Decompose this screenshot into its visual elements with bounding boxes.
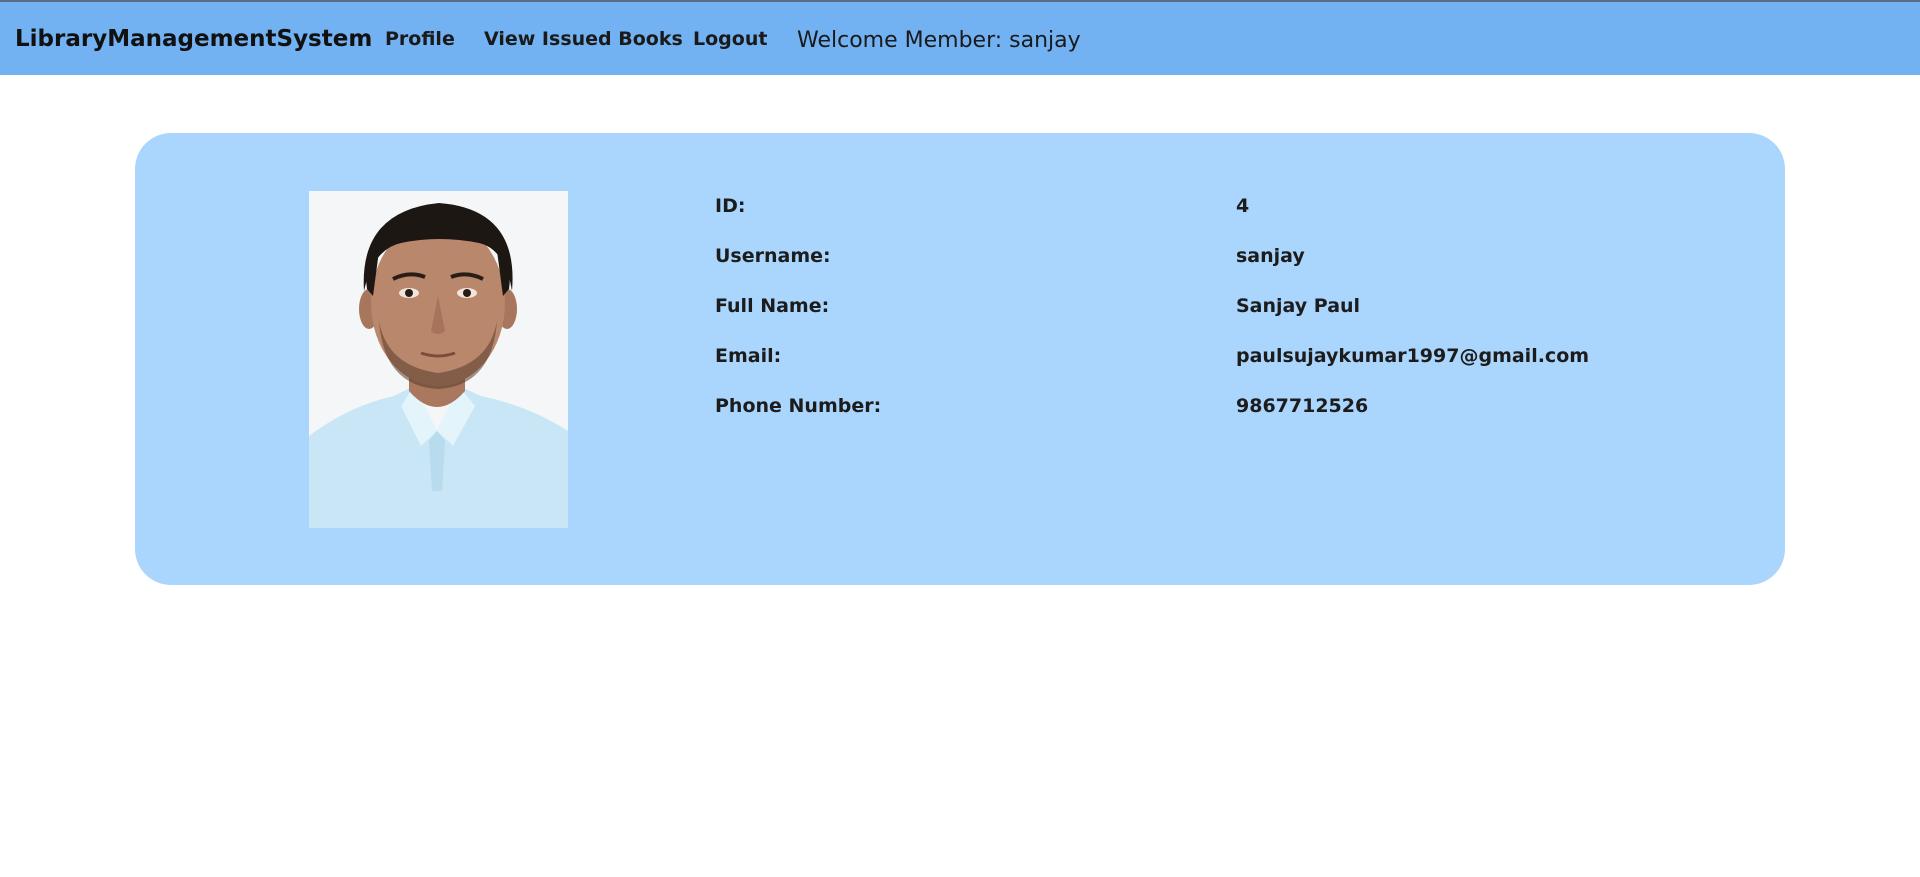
full-name-value: Sanjay Paul	[1236, 295, 1361, 317]
phone-number-label: Phone Number:	[715, 395, 882, 417]
top-navbar: LibraryManagementSystem Profile View Iss…	[0, 0, 1920, 75]
id-label: ID:	[715, 195, 746, 217]
username-value: sanjay	[1236, 245, 1305, 267]
nav-link-logout[interactable]: Logout	[693, 28, 767, 50]
email-label: Email:	[715, 345, 782, 367]
full-name-label: Full Name:	[715, 295, 830, 317]
email-value: paulsujaykumar1997@gmail.com	[1236, 345, 1590, 367]
nav-link-view-issued-books[interactable]: View Issued Books	[484, 28, 683, 50]
id-value: 4	[1236, 195, 1250, 217]
brand-logo[interactable]: LibraryManagementSystem	[15, 26, 372, 52]
member-photo	[309, 191, 568, 528]
welcome-message: Welcome Member: sanjay	[797, 28, 1081, 53]
member-portrait-image	[309, 191, 568, 528]
username-label: Username:	[715, 245, 831, 267]
nav-link-profile[interactable]: Profile	[385, 28, 455, 50]
phone-number-value: 9867712526	[1236, 395, 1369, 417]
profile-card: ID: 4 Username: sanjay Full Name: Sanjay…	[135, 133, 1785, 585]
